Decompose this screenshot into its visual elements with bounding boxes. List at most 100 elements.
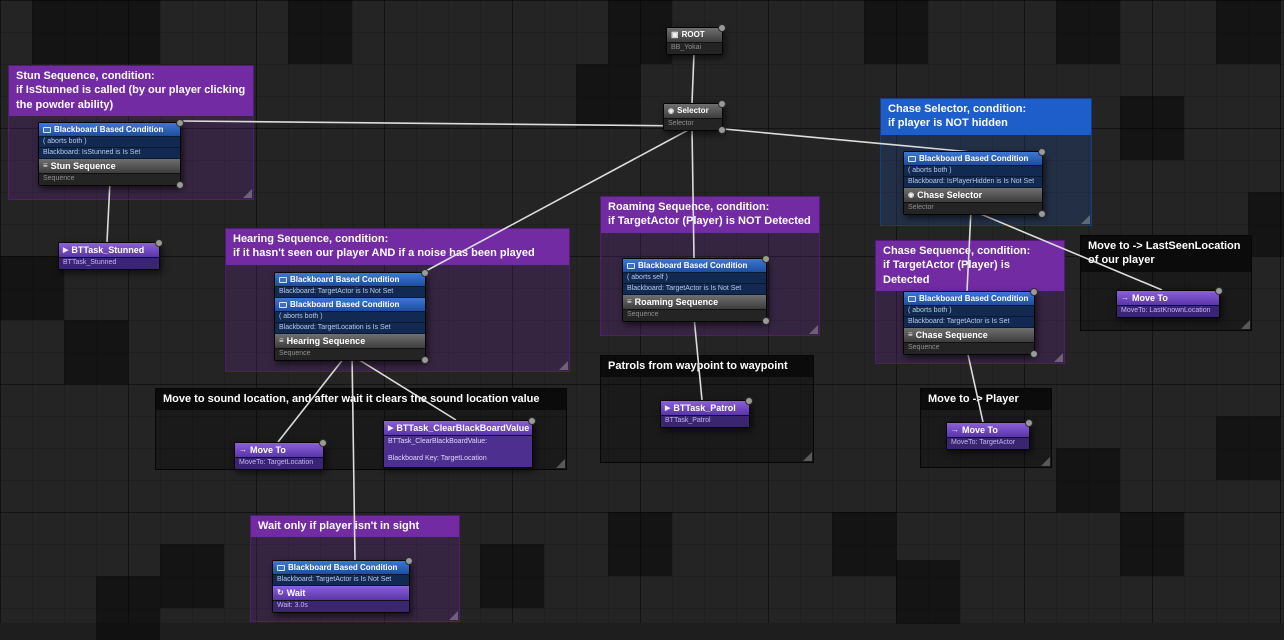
input-pin[interactable] (1215, 287, 1223, 295)
node-roaming-sequence[interactable]: Blackboard Based Condition ( aborts self… (622, 255, 770, 325)
blackboard-icon (627, 262, 635, 269)
input-pin[interactable] (718, 100, 726, 108)
node-moveto-lastknownlocation[interactable]: Move To MoveTo: LastKnownLocation (1116, 287, 1223, 318)
node-hearing-sequence[interactable]: Blackboard Based Condition Blackboard: T… (274, 269, 429, 364)
node-subtitle: BB_Yokai (667, 43, 722, 54)
node-title-bar: Chase Selector (904, 188, 1042, 203)
node-wait[interactable]: Blackboard Based Condition Blackboard: T… (272, 557, 413, 613)
sequence-icon (627, 298, 632, 306)
decorator-detail: ( aborts self ) (623, 273, 766, 284)
node-title-bar: ROOT (667, 28, 722, 43)
input-pin[interactable] (319, 439, 327, 447)
node-bttask-patrol[interactable]: BTTask_Patrol BTTask_Patrol (660, 397, 753, 428)
edge-hearing-wait (351, 352, 356, 561)
node-subtitle: Sequence (904, 343, 1034, 354)
node-subtitle: Wait: 3.0s (273, 601, 409, 612)
node-subtitle: MoveTo: TargetActor (947, 438, 1029, 449)
edge-hearing-clearbb (347, 352, 457, 421)
input-pin[interactable] (421, 269, 429, 277)
node-title: BTTask_Patrol (673, 403, 736, 413)
node-title-bar: Move To (1117, 291, 1219, 306)
decorator-detail: ( aborts both ) (904, 166, 1042, 177)
input-pin[interactable] (1030, 288, 1038, 296)
decorator-title: Blackboard Based Condition (54, 125, 164, 134)
decorator-detail: ( aborts both ) (275, 312, 425, 323)
node-title-bar: Roaming Sequence (623, 295, 766, 310)
input-pin[interactable] (176, 119, 184, 127)
output-pin[interactable] (718, 126, 726, 134)
node-bttask-clearblackboardvalue[interactable]: BTTask_ClearBlackBoardValue BTTask_Clear… (383, 417, 536, 468)
output-pin[interactable] (718, 24, 726, 32)
blackboard-icon (43, 126, 51, 133)
sequence-icon (279, 337, 284, 345)
node-subtitle: Sequence (39, 174, 180, 185)
decorator-title: Blackboard Based Condition (638, 261, 748, 270)
node-subtitle: MoveTo: LastKnownLocation (1117, 306, 1219, 317)
input-pin[interactable] (1025, 419, 1033, 427)
node-title: Stun Sequence (50, 161, 116, 171)
wait-icon (277, 589, 284, 597)
decorator-detail: Blackboard: TargetActor is Is Not Set (273, 575, 409, 586)
output-pin[interactable] (1030, 350, 1038, 358)
blackboard-icon (279, 301, 287, 308)
node-moveto-targetactor[interactable]: Move To MoveTo: TargetActor (946, 419, 1033, 450)
decorator-detail: Blackboard: TargetActor is Is Not Set (623, 284, 766, 295)
node-subtitle: Sequence (275, 349, 425, 360)
task-icon (63, 246, 68, 255)
node-selector[interactable]: Selector Selector (663, 100, 726, 134)
node-title: Chase Selector (917, 190, 983, 200)
node-stun-sequence[interactable]: Blackboard Based Condition ( aborts both… (38, 119, 184, 189)
decorator-detail: ( aborts both ) (39, 137, 180, 148)
node-title: Move To (962, 425, 998, 435)
node-subtitle: Sequence (623, 310, 766, 321)
output-pin[interactable] (421, 356, 429, 364)
decorator-detail: ( aborts both ) (904, 306, 1034, 317)
node-title: ROOT (681, 30, 705, 39)
node-subtitle: MoveTo: TargetLocation (235, 458, 323, 469)
decorator-title: Blackboard Based Condition (919, 154, 1029, 163)
input-pin[interactable] (762, 255, 770, 263)
node-title: BTTask_ClearBlackBoardValue (396, 423, 530, 433)
node-moveto-targetlocation[interactable]: Move To MoveTo: TargetLocation (234, 439, 327, 470)
input-pin[interactable] (528, 417, 536, 425)
decorator-title: Blackboard Based Condition (288, 563, 398, 572)
decorator-header: Blackboard Based Condition (275, 298, 425, 312)
node-title: Move To (1132, 293, 1168, 303)
decorator-detail: Blackboard: IsStunned is Is Set (39, 148, 180, 159)
edge-root-selector (691, 52, 695, 104)
input-pin[interactable] (155, 239, 163, 247)
output-pin[interactable] (1038, 210, 1046, 218)
node-title-bar: BTTask_Stunned (59, 243, 159, 258)
edge-selector-hearing (423, 127, 693, 273)
edge-selector-roaming (691, 127, 695, 259)
input-pin[interactable] (405, 557, 413, 565)
node-title: Hearing Sequence (286, 336, 366, 346)
input-pin[interactable] (1038, 148, 1046, 156)
node-title: Roaming Sequence (634, 297, 719, 307)
node-chase-selector[interactable]: Blackboard Based Condition ( aborts both… (903, 148, 1046, 218)
node-body: BTTask_ClearBlackBoardValue: Blackboard … (384, 436, 532, 467)
output-pin[interactable] (762, 317, 770, 325)
decorator-header: Blackboard Based Condition (904, 292, 1034, 306)
node-title-bar: Hearing Sequence (275, 334, 425, 349)
node-chase-sequence[interactable]: Blackboard Based Condition ( aborts both… (903, 288, 1038, 358)
node-title: Wait (286, 588, 306, 598)
blackboard-icon (908, 155, 916, 162)
node-title-bar: Stun Sequence (39, 159, 180, 174)
node-title: Move To (250, 445, 286, 455)
graph-canvas[interactable]: Stun Sequence, condition: if IsStunned i… (0, 0, 1284, 640)
blackboard-icon (279, 276, 287, 283)
decorator-header: Blackboard Based Condition (275, 273, 425, 287)
decorator-title: Blackboard Based Condition (290, 300, 400, 309)
output-pin[interactable] (176, 181, 184, 189)
edge-hearing-moveto (277, 352, 349, 443)
edge-chasesel-movelastseen (970, 209, 1163, 291)
input-pin[interactable] (745, 397, 753, 405)
node-root[interactable]: ROOT BB_Yokai (666, 24, 726, 55)
node-title-bar: BTTask_Patrol (661, 401, 749, 416)
blackboard-icon (277, 564, 285, 571)
edge-chaseseq-moveplayer (966, 349, 984, 423)
node-bttask-stunned[interactable]: BTTask_Stunned BTTask_Stunned (58, 239, 163, 270)
sequence-icon (43, 162, 48, 170)
move-icon (239, 446, 247, 454)
